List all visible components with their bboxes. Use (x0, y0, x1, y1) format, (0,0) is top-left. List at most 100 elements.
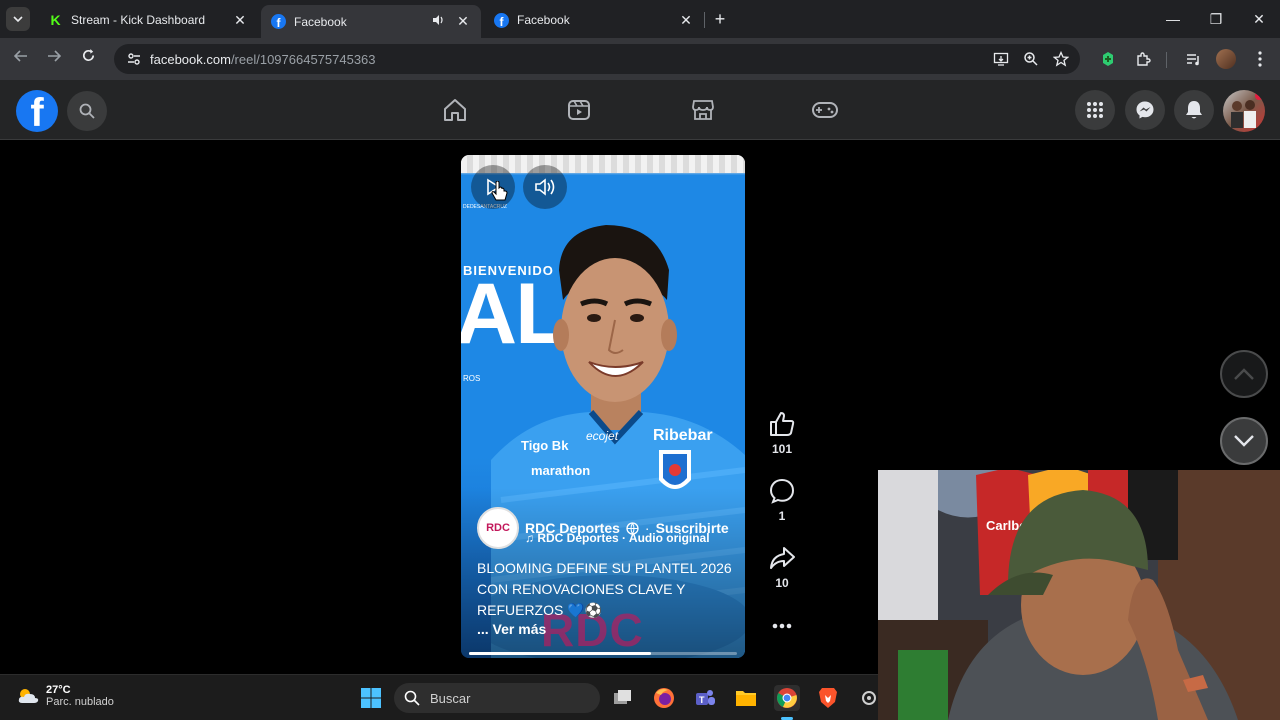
install-app-icon[interactable] (992, 50, 1010, 68)
extension-green-icon[interactable] (1098, 49, 1118, 69)
reload-button[interactable] (77, 48, 99, 70)
media-controls-icon[interactable] (1183, 49, 1203, 69)
toolbar-divider (1166, 52, 1167, 68)
nav-video[interactable] (565, 96, 593, 124)
reel-video[interactable]: DEDESANTACRUZ BIENVENIDO ALLI ROS Tigo B… (461, 155, 745, 658)
zoom-icon[interactable] (1022, 50, 1040, 68)
more-dots-icon (772, 623, 792, 629)
chevron-down-icon (1234, 435, 1254, 447)
home-icon (444, 99, 466, 121)
settings-icon[interactable] (856, 685, 882, 711)
browser-tab-bar: K Stream - Kick Dashboard ✕ f Facebook ✕… (0, 0, 1280, 38)
notifications-button[interactable] (1174, 90, 1214, 130)
url-host: facebook.com (150, 51, 231, 67)
comment-count: 1 (778, 509, 786, 523)
firefox-icon[interactable] (651, 685, 677, 711)
bookmark-star-icon[interactable] (1052, 50, 1070, 68)
weather-temp: 27°C (46, 684, 71, 696)
site-settings-icon[interactable] (126, 51, 142, 67)
minimize-button[interactable]: — (1162, 8, 1184, 30)
taskbar-search[interactable]: Buscar (394, 683, 600, 713)
nav-gaming[interactable] (811, 96, 839, 124)
music-note-icon: ♫ (525, 531, 538, 545)
tab-title: Facebook (517, 13, 570, 27)
search-icon (79, 103, 95, 119)
messenger-button[interactable] (1125, 90, 1165, 130)
grid-menu-icon (1087, 102, 1103, 118)
windows-taskbar: 27°C Parc. nublado Buscar T (0, 674, 878, 720)
tab-divider (704, 12, 705, 28)
brave-icon[interactable] (815, 685, 841, 711)
search-button[interactable] (67, 91, 107, 131)
svg-text:Ribebar: Ribebar (653, 427, 713, 444)
address-bar[interactable]: facebook.com/reel/1097664575745363 (114, 44, 1080, 74)
share-count: 10 (775, 576, 789, 590)
messenger-icon (1136, 101, 1154, 119)
audio-info[interactable]: ♫ RDC Deportes · Audio original (525, 531, 710, 545)
comment-action[interactable]: 1 (764, 477, 800, 523)
search-icon (404, 690, 420, 706)
tab-facebook[interactable]: f Facebook ✕ (484, 5, 704, 35)
close-window-button[interactable]: ✕ (1248, 8, 1270, 30)
nav-marketplace[interactable] (689, 96, 717, 124)
arrow-right-icon (48, 50, 62, 62)
tab-kick-dashboard[interactable]: K Stream - Kick Dashboard ✕ (38, 5, 258, 35)
svg-text:Tigo Bk: Tigo Bk (521, 438, 569, 453)
share-icon (770, 547, 795, 569)
file-explorer-icon[interactable] (733, 685, 759, 711)
facebook-logo[interactable]: f (16, 90, 58, 132)
menu-kebab-icon[interactable] (1250, 49, 1270, 69)
extensions-puzzle-icon[interactable] (1133, 49, 1153, 69)
profile-avatar[interactable] (1216, 49, 1236, 69)
nav-home[interactable] (441, 96, 469, 124)
audio-text: RDC Deportes · Audio original (537, 531, 710, 545)
next-reel-button[interactable] (1220, 417, 1268, 465)
teams-icon[interactable]: T (692, 685, 718, 711)
forward-button[interactable] (43, 48, 65, 70)
speaker-icon[interactable] (431, 13, 445, 30)
url-path: /reel/1097664575745363 (230, 51, 376, 67)
chevron-up-icon (1234, 368, 1254, 380)
tab-search-button[interactable] (6, 7, 30, 31)
tab-facebook-active[interactable]: f Facebook ✕ (261, 5, 481, 38)
taskbar-search-placeholder: Buscar (430, 690, 471, 706)
weather-desc: Parc. nublado (46, 696, 114, 708)
menu-button[interactable] (1075, 90, 1115, 130)
reload-icon (82, 48, 94, 62)
see-more-link[interactable]: ... Ver más (477, 621, 546, 637)
comment-icon (769, 478, 795, 504)
reel-caption: BLOOMING DEFINE SU PLANTEL 2026 CON RENO… (477, 560, 732, 618)
volume-button[interactable] (523, 165, 567, 209)
arrow-left-icon (13, 50, 27, 62)
close-tab-icon[interactable]: ✕ (455, 13, 471, 30)
facebook-icon: f (494, 12, 509, 28)
webcam-overlay: Carlberg (878, 470, 1280, 720)
close-tab-icon[interactable]: ✕ (678, 12, 694, 28)
windows-logo-icon (361, 688, 381, 708)
avatar-photo (1231, 100, 1256, 128)
weather-widget[interactable]: 27°C Parc. nublado (16, 684, 114, 708)
bell-icon (1186, 101, 1202, 119)
close-tab-icon[interactable]: ✕ (232, 12, 248, 28)
task-view-icon[interactable] (610, 685, 636, 711)
share-action[interactable]: 10 (764, 544, 800, 590)
chrome-icon[interactable] (774, 685, 800, 711)
account-avatar[interactable] (1223, 90, 1265, 132)
start-button[interactable] (358, 685, 384, 711)
new-tab-button[interactable]: + (710, 10, 730, 30)
previous-reel-button[interactable] (1220, 350, 1268, 398)
restore-button[interactable]: ❐ (1205, 8, 1227, 30)
facebook-header: f (0, 80, 1280, 140)
author-avatar[interactable]: RDC (477, 507, 519, 549)
partly-cloudy-icon (18, 689, 39, 703)
speaker-icon (535, 178, 555, 196)
svg-text:marathon: marathon (531, 463, 590, 478)
tab-title: Facebook (294, 14, 347, 29)
video-progress-bar[interactable] (469, 652, 737, 655)
like-action[interactable]: 101 (764, 410, 800, 456)
more-options-button[interactable] (764, 612, 800, 640)
back-button[interactable] (10, 48, 32, 70)
mouse-cursor-icon (491, 181, 508, 201)
overlay-small-text: ROS (463, 374, 481, 383)
video-icon (568, 100, 590, 120)
